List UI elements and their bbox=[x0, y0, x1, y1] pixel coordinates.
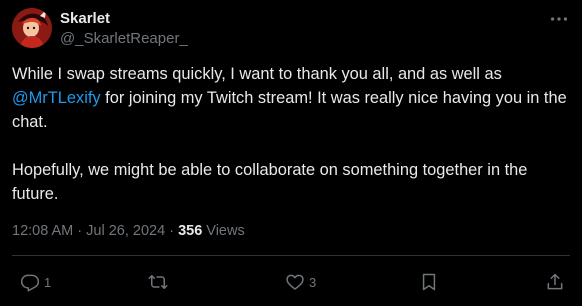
retweet-icon bbox=[148, 275, 168, 289]
bookmark-button[interactable] bbox=[419, 270, 439, 294]
tweet-text: While I swap streams quickly, I want to … bbox=[12, 62, 572, 206]
reply-icon bbox=[20, 274, 40, 292]
share-icon bbox=[547, 273, 563, 290]
meta-separator: · bbox=[73, 223, 87, 239]
tweet-time[interactable]: 12:08 AM bbox=[12, 223, 73, 239]
tweet: Skarlet @_SkarletReaper_ While I swap st… bbox=[0, 0, 582, 306]
like-button[interactable]: 3 bbox=[285, 270, 316, 294]
views-label: Views bbox=[202, 223, 245, 239]
tweet-paragraph-2: Hopefully, we might be able to collabora… bbox=[12, 161, 528, 203]
share-button[interactable] bbox=[545, 270, 565, 294]
tweet-text-part: While I swap streams quickly, I want to … bbox=[12, 65, 502, 83]
more-icon bbox=[550, 17, 568, 21]
retweet-button[interactable] bbox=[148, 270, 172, 294]
meta-separator: · bbox=[165, 223, 179, 239]
reply-button[interactable]: 1 bbox=[20, 270, 51, 294]
views-count: 356 bbox=[178, 223, 203, 239]
more-button[interactable] bbox=[548, 8, 570, 30]
action-bar: 1 3 bbox=[0, 270, 582, 294]
tweet-meta: 12:08 AM · Jul 26, 2024 · 356 Views bbox=[12, 221, 245, 241]
bookmark-icon bbox=[422, 273, 436, 291]
author-display-name[interactable]: Skarlet bbox=[60, 9, 188, 29]
mention-link[interactable]: @MrTLexify bbox=[12, 89, 101, 107]
divider bbox=[12, 255, 570, 256]
tweet-date[interactable]: Jul 26, 2024 bbox=[86, 223, 165, 239]
heart-icon bbox=[286, 274, 304, 290]
avatar-image bbox=[12, 8, 52, 48]
tweet-paragraph-1: While I swap streams quickly, I want to … bbox=[12, 62, 572, 134]
reply-count: 1 bbox=[44, 274, 52, 290]
user-info: Skarlet @_SkarletReaper_ bbox=[60, 9, 188, 49]
like-count: 3 bbox=[309, 274, 317, 290]
author-handle[interactable]: @_SkarletReaper_ bbox=[60, 29, 188, 49]
avatar[interactable] bbox=[12, 8, 52, 48]
